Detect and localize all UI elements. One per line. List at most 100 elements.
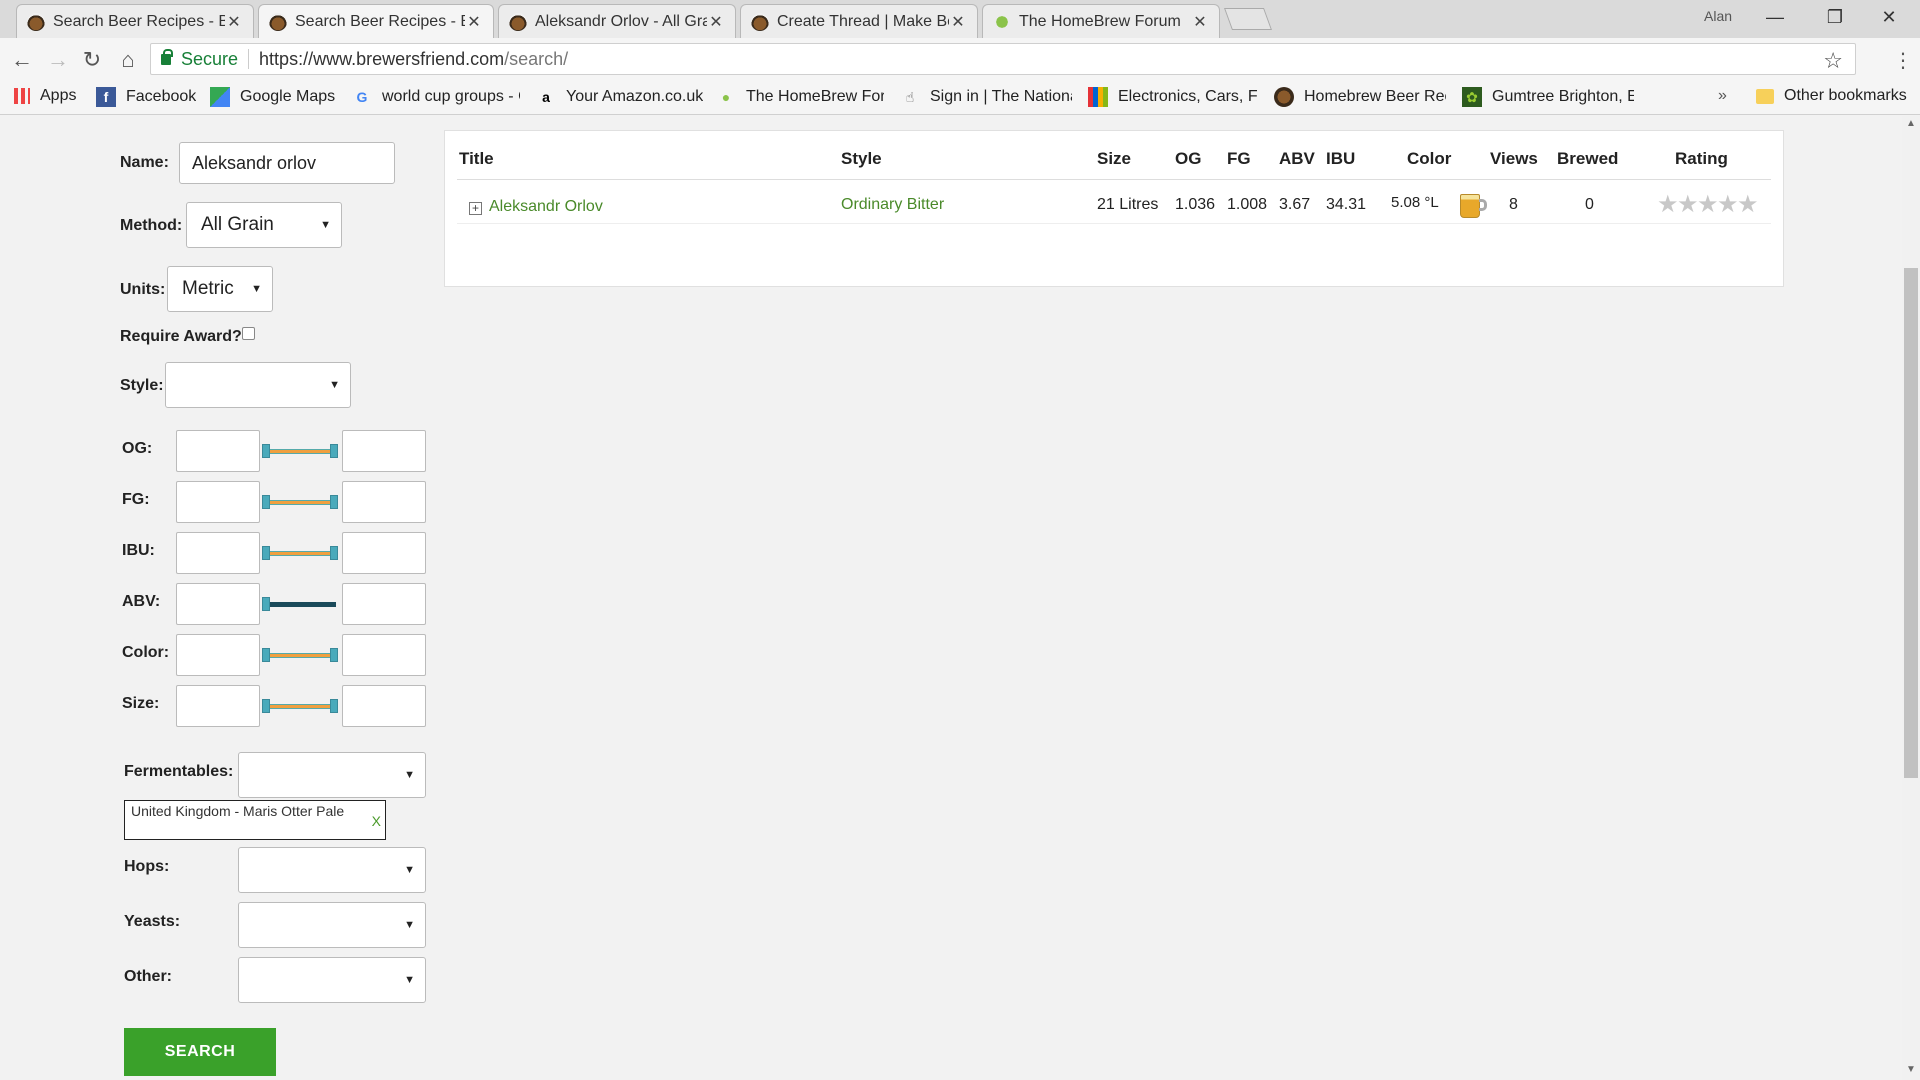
minimize-icon[interactable]: — (1748, 2, 1802, 32)
slider-min-handle[interactable] (262, 699, 270, 713)
fg-max-input[interactable] (342, 481, 426, 523)
remove-tag-icon[interactable]: X (372, 813, 381, 829)
recipe-title-link[interactable]: Aleksandr Orlov (489, 198, 603, 216)
chevron-down-icon: ▼ (404, 864, 415, 876)
scroll-down-icon[interactable]: ▼ (1902, 1064, 1920, 1075)
close-window-icon[interactable]: ✕ (1862, 2, 1916, 32)
bookmark-gumtree[interactable]: ✿ Gumtree Brighton, E (1462, 87, 1634, 107)
fg-range-slider[interactable] (260, 495, 340, 509)
close-icon[interactable]: ✕ (465, 12, 483, 32)
abv-range-slider[interactable] (260, 597, 340, 611)
menu-kebab-icon[interactable]: ⋮ (1893, 48, 1913, 73)
slider-max-handle[interactable] (330, 648, 338, 662)
size-max-input[interactable] (342, 685, 426, 727)
slider-min-handle[interactable] (262, 546, 270, 560)
expand-icon[interactable]: + (469, 202, 482, 215)
column-header-size[interactable]: Size (1097, 149, 1131, 169)
fermentables-select[interactable]: ▼ (238, 752, 426, 798)
rating-star-icon[interactable]: ★ (1677, 190, 1699, 219)
rating-star-icon[interactable]: ★ (1697, 190, 1719, 219)
ibu-range-slider[interactable] (260, 546, 340, 560)
scroll-up-icon[interactable]: ▲ (1902, 118, 1920, 129)
reload-icon[interactable]: ↻ (78, 46, 106, 74)
hand-icon: ☝ (905, 88, 915, 105)
bookmark-apps[interactable]: Apps (14, 87, 76, 105)
units-select[interactable]: Metric ▼ (167, 266, 273, 312)
ibu-min-input[interactable] (176, 532, 260, 574)
search-button[interactable]: SEARCH (124, 1028, 276, 1076)
bookmark-homebrew-forum[interactable]: ● The HomeBrew Foru (716, 87, 884, 107)
bookmark-facebook[interactable]: f Facebook (96, 87, 196, 107)
tab-aleksandr-orlov[interactable]: Aleksandr Orlov - All Grai ✕ (498, 4, 736, 38)
new-tab-button[interactable] (1223, 8, 1273, 30)
slider-min-handle[interactable] (262, 444, 270, 458)
close-icon[interactable]: ✕ (1191, 12, 1209, 32)
require-award-checkbox[interactable] (242, 327, 255, 340)
column-header-ibu[interactable]: IBU (1326, 149, 1355, 169)
close-icon[interactable]: ✕ (949, 12, 967, 32)
size-min-input[interactable] (176, 685, 260, 727)
bookmark-ebay[interactable]: Electronics, Cars, Fas (1088, 87, 1258, 107)
bookmark-google-maps[interactable]: Google Maps (210, 87, 335, 107)
slider-min-handle[interactable] (262, 648, 270, 662)
yeasts-select[interactable]: ▼ (238, 902, 426, 948)
rating-star-icon[interactable]: ★ (1657, 190, 1679, 219)
recipe-style-link[interactable]: Ordinary Bitter (841, 196, 944, 214)
back-arrow-icon[interactable]: ← (8, 46, 36, 74)
profile-name[interactable]: Alan (1704, 8, 1732, 24)
og-range-slider[interactable] (260, 444, 340, 458)
name-input[interactable]: Aleksandr orlov (179, 142, 395, 184)
slider-max-handle[interactable] (330, 546, 338, 560)
close-icon[interactable]: ✕ (707, 12, 725, 32)
column-header-style[interactable]: Style (841, 149, 882, 169)
scrollbar-thumb[interactable] (1904, 268, 1918, 778)
bookmark-star-icon[interactable]: ☆ (1823, 48, 1843, 74)
column-header-brewed[interactable]: Brewed (1557, 149, 1618, 169)
method-select[interactable]: All Grain ▼ (186, 202, 342, 248)
bookmark-amazon[interactable]: a Your Amazon.co.uk (536, 87, 703, 107)
abv-max-input[interactable] (342, 583, 426, 625)
color-range-slider[interactable] (260, 648, 340, 662)
og-max-input[interactable] (342, 430, 426, 472)
tab-create-thread[interactable]: Create Thread | Make Bee ✕ (740, 4, 978, 38)
column-header-color[interactable]: Color (1407, 149, 1451, 169)
og-min-input[interactable] (176, 430, 260, 472)
bookmark-homebrew-beer-recipes[interactable]: Homebrew Beer Rec (1274, 87, 1446, 107)
column-header-abv[interactable]: ABV (1279, 149, 1315, 169)
bookmarks-overflow-chevron-icon[interactable]: » (1718, 87, 1727, 105)
rating-star-icon[interactable]: ★ (1717, 190, 1739, 219)
restore-icon[interactable]: ❐ (1808, 2, 1862, 32)
column-header-title[interactable]: Title (459, 149, 494, 169)
color-min-input[interactable] (176, 634, 260, 676)
tab-search-beer-recipes-2[interactable]: Search Beer Recipes - Bre ✕ (258, 4, 494, 38)
abv-min-input[interactable] (176, 583, 260, 625)
fg-min-input[interactable] (176, 481, 260, 523)
hops-select[interactable]: ▼ (238, 847, 426, 893)
secure-indicator[interactable]: Secure (151, 48, 238, 70)
url-text[interactable]: https://www.brewersfriend.com/search/ (259, 49, 568, 70)
column-header-og[interactable]: OG (1175, 149, 1201, 169)
forward-arrow-icon[interactable]: → (44, 46, 72, 74)
slider-max-handle[interactable] (330, 444, 338, 458)
bookmark-national-sign-in[interactable]: ☝ Sign in | The Nationa (900, 87, 1072, 107)
rating-star-icon[interactable]: ★ (1737, 190, 1759, 219)
color-max-input[interactable] (342, 634, 426, 676)
other-bookmarks-folder[interactable]: Other bookmarks (1756, 87, 1907, 105)
slider-min-handle[interactable] (262, 495, 270, 509)
close-icon[interactable]: ✕ (225, 12, 243, 32)
column-header-rating[interactable]: Rating (1675, 149, 1728, 169)
slider-min-handle[interactable] (262, 597, 270, 611)
column-header-views[interactable]: Views (1490, 149, 1538, 169)
size-range-slider[interactable] (260, 699, 340, 713)
slider-max-handle[interactable] (330, 699, 338, 713)
bookmark-world-cup-groups[interactable]: G world cup groups - G (352, 87, 520, 107)
slider-max-handle[interactable] (330, 495, 338, 509)
other-select[interactable]: ▼ (238, 957, 426, 1003)
address-bar[interactable]: Secure https://www.brewersfriend.com/sea… (150, 43, 1856, 75)
tab-homebrew-forum[interactable]: The HomeBrew Forum ✕ (982, 4, 1220, 38)
ibu-max-input[interactable] (342, 532, 426, 574)
column-header-fg[interactable]: FG (1227, 149, 1251, 169)
home-icon[interactable]: ⌂ (114, 46, 142, 74)
tab-search-beer-recipes-1[interactable]: Search Beer Recipes - Bre ✕ (16, 4, 254, 38)
style-select[interactable]: ▼ (165, 362, 351, 408)
